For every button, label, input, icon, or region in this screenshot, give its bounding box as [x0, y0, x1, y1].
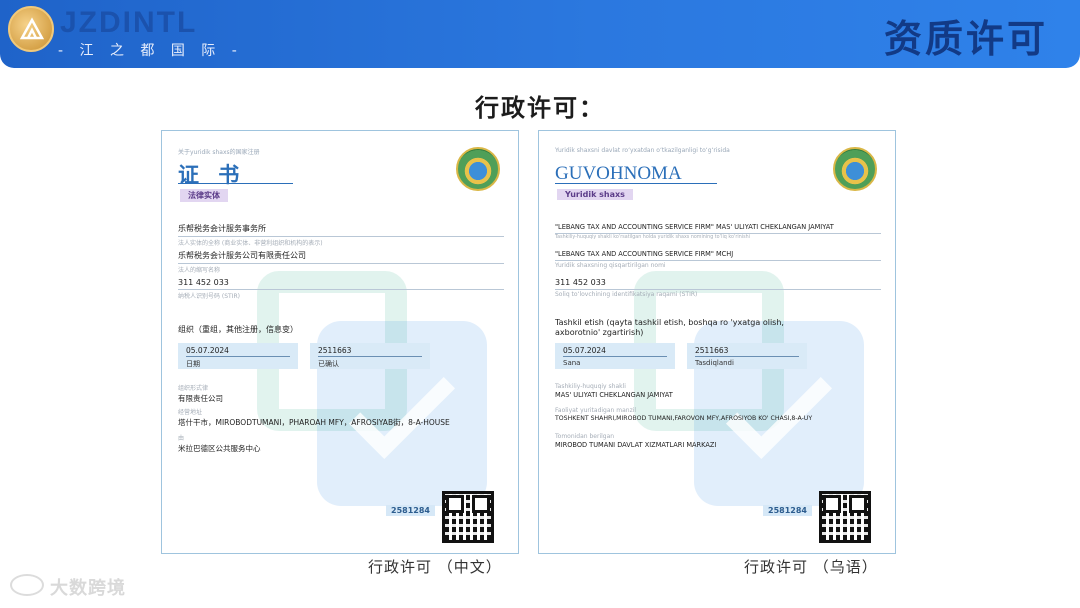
footer-logo-icon [10, 574, 44, 596]
title-underline [555, 183, 717, 184]
item-value: MIROBOD TUMANI DAVLAT XIZMATLARI MARKAZI [555, 441, 717, 449]
field-short-name: 乐帮税务会计服务公司有限责任公司 法人的缩写名称 [178, 250, 504, 274]
item-value: MAS' ULIYATI CHEKLANGAN JAMIYAT [555, 391, 673, 399]
issuer-item: Tomonidan berilgan MIROBOD TUMANI DAVLAT… [555, 433, 885, 449]
field-label: Soliq to‘lovchining identifikatsiya raqa… [555, 291, 698, 298]
date-box: 05.07.2024 Sana [555, 343, 675, 369]
field-short-name: "LEBANG TAX AND ACCOUNTING SERVICE FIRM"… [555, 250, 881, 269]
certificate-title: 证 书 [178, 163, 246, 187]
field-tin: 311 452 033 Soliq to‘lovchining identifi… [555, 278, 881, 298]
field-label: 法人的缩写名称 [178, 267, 221, 274]
legal-form-item: Tashkiliy-huquqiy shakli MAS' ULIYATI CH… [555, 383, 885, 399]
field-value: 乐帮税务会计服务公司有限责任公司 [178, 251, 306, 260]
item-label: 经营地址 [178, 409, 203, 416]
entity-tag: Yuridik shaxs [557, 189, 633, 200]
field-label: Yuridik shaxsning qisqartirilgan nomi [555, 262, 666, 269]
field-label: 纳税人识别号码 (STIR) [178, 293, 241, 300]
caption-uzbek: 行政许可 （乌语） [744, 558, 878, 576]
field-value: 311 452 033 [178, 278, 229, 287]
slide: JZDINTL - 江 之 都 国 际 - 资质许可 行政许可： 关于yurid… [0, 0, 1080, 608]
header-bar: JZDINTL - 江 之 都 国 际 - 资质许可 [0, 0, 1080, 68]
item-label: Tashkiliy-huquqiy shakli [555, 383, 626, 390]
confirmation-box: 2511663 已确认 [310, 343, 430, 369]
item-value: 塔什干市，MIROBODTUMANI，PHAROAH MFY，AFROSIYAB… [178, 418, 450, 427]
legal-form-item: 组织形式律 有限责任公司 [178, 383, 508, 404]
certificate-title: GUVOHNOMA [555, 163, 682, 184]
field-tin: 311 452 033 纳税人识别号码 (STIR) [178, 278, 504, 300]
entity-tag: 法律实体 [180, 189, 228, 202]
certificate-uzbek: Yuridik shaxsni davlat ro‘yxatdan o‘tkaz… [538, 130, 896, 554]
field-value: "LEBANG TAX AND ACCOUNTING SERVICE FIRM"… [555, 250, 734, 258]
field-value: "LEBANG TAX AND ACCOUNTING SERVICE FIRM"… [555, 223, 834, 231]
date-value: 05.07.2024 [186, 346, 290, 357]
field-value: 311 452 033 [555, 278, 606, 287]
certificate-tiny-header: 关于yuridik shaxs的国家注册 [178, 149, 260, 156]
date-box: 05.07.2024 日期 [178, 343, 298, 369]
certificate-chinese: 关于yuridik shaxs的国家注册 证 书 法律实体 乐帮税务会计服务事务… [161, 130, 519, 554]
qr-code-icon [442, 491, 494, 543]
item-label: Tomonidan berilgan [555, 433, 615, 440]
field-label: Tashkiliy-huquqiy shakli ko‘rsatilgan ho… [555, 235, 750, 240]
item-label: Faoliyat yuritadigan manzil [555, 407, 637, 414]
certificate-tiny-header: Yuridik shaxsni davlat ro‘yxatdan o‘tkaz… [555, 147, 730, 154]
item-value: TOSHKENT SHAHRI,MIROBOD TUMANI,FAROVON M… [555, 415, 813, 422]
state-emblem-icon [833, 147, 877, 191]
confirmation-box: 2511663 Tasdiqlandi [687, 343, 807, 369]
footer-brand: 大数跨境 [50, 578, 126, 599]
page-title: 资质许可 [883, 17, 1048, 61]
confirmation-label: 已确认 [318, 360, 339, 368]
state-emblem-icon [456, 147, 500, 191]
confirmation-label: Tasdiqlandi [695, 359, 734, 367]
certificate-number-badge: 2581284 [386, 505, 435, 516]
certificate-number-badge: 2581284 [763, 505, 812, 516]
qr-code-icon [819, 491, 871, 543]
item-label: 组织形式律 [178, 385, 209, 392]
issuer-item: 由 米拉巴德区公共服务中心 [178, 433, 508, 454]
item-label: 由 [178, 435, 185, 442]
date-value: 05.07.2024 [563, 346, 667, 357]
item-value: 米拉巴德区公共服务中心 [178, 444, 261, 453]
logo-subtitle: - 江 之 都 国 际 - [58, 43, 243, 59]
confirmation-value: 2511663 [695, 346, 799, 357]
organization-heading: 组织（重组，其他注册，信息变） [178, 325, 298, 334]
logo-wordmark: JZDINTL [60, 6, 198, 39]
title-underline [178, 183, 293, 184]
field-label: 法人实体的全称 (商业实体、非营利组织和机构的表示) [178, 240, 323, 247]
field-value: 乐帮税务会计服务事务所 [178, 224, 266, 233]
caption-chinese: 行政许可 （中文） [368, 558, 502, 576]
date-label: 日期 [186, 360, 200, 368]
address-item: 经营地址 塔什干市，MIROBODTUMANI，PHAROAH MFY，AFRO… [178, 407, 508, 428]
address-item: Faoliyat yuritadigan manzil TOSHKENT SHA… [555, 407, 885, 422]
field-full-name: "LEBANG TAX AND ACCOUNTING SERVICE FIRM"… [555, 223, 881, 240]
item-value: 有限责任公司 [178, 394, 223, 403]
date-label: Sana [563, 359, 581, 367]
confirmation-value: 2511663 [318, 346, 422, 357]
organization-heading: Tashkil etish (qayta tashkil etish, bosh… [555, 318, 784, 337]
company-logo-icon [8, 6, 54, 52]
section-title: 行政许可： [475, 94, 605, 122]
field-full-name: 乐帮税务会计服务事务所 法人实体的全称 (商业实体、非营利组织和机构的表示) [178, 223, 504, 247]
